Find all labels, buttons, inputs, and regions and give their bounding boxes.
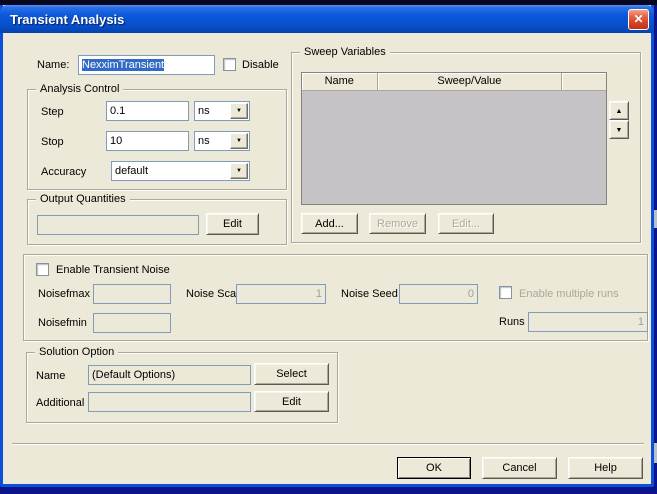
runs-label: Runs	[499, 316, 525, 329]
step-label: Step	[41, 106, 64, 119]
sweep-variables-group: Sweep Variables Name Sweep/Value ▲ ▼ Add…	[291, 52, 641, 243]
dropdown-arrow-icon: ▼	[236, 108, 242, 114]
stop-unit-value: ns	[198, 134, 210, 148]
runs-input	[528, 312, 648, 332]
accuracy-label: Accuracy	[41, 166, 86, 179]
output-quantities-caption: Output Quantities	[36, 192, 130, 206]
ok-button[interactable]: OK	[397, 457, 471, 479]
transient-analysis-dialog: Transient Analysis ✕ Name: NexximTransie…	[0, 5, 654, 487]
output-quantities-edit-button[interactable]: Edit	[206, 213, 259, 235]
title-bar[interactable]: Transient Analysis ✕	[0, 5, 654, 33]
step-input[interactable]	[106, 101, 189, 121]
transient-noise-frame: Enable Transient Noise Noisefmax Noise S…	[23, 254, 648, 341]
footer-separator	[12, 443, 644, 445]
solution-additional-field	[88, 392, 251, 412]
help-button-label: Help	[594, 462, 617, 474]
move-up-button[interactable]: ▲	[609, 101, 629, 120]
noise-seed-input	[399, 284, 478, 304]
noisefmin-input	[93, 313, 171, 333]
sweep-add-button[interactable]: Add...	[301, 213, 358, 234]
noise-scale-input	[236, 284, 326, 304]
dialog-body: Name: NexximTransient Disable Analysis C…	[3, 33, 651, 484]
sweep-variables-table: Name Sweep/Value	[301, 72, 607, 205]
noise-seed-label: Noise Seed	[341, 288, 398, 301]
noisefmax-input	[93, 284, 171, 304]
edit-button-label: Edit	[282, 396, 301, 408]
enable-transient-noise-label: Enable Transient Noise	[56, 264, 170, 277]
solution-option-group: Solution Option Name Select Additional E…	[26, 352, 338, 423]
dropdown-arrow-icon: ▼	[236, 168, 242, 174]
name-input-selected-text: NexximTransient	[82, 59, 164, 71]
solution-additional-label: Additional	[36, 397, 84, 410]
close-button[interactable]: ✕	[628, 9, 649, 30]
name-input[interactable]: NexximTransient	[78, 55, 215, 75]
edit-button-label: Edit...	[452, 218, 480, 230]
step-unit-value: ns	[198, 104, 210, 118]
noisefmin-label: Noisefmin	[38, 317, 87, 330]
enable-multiple-runs-label: Enable multiple runs	[519, 288, 619, 301]
dropdown-arrow-icon: ▼	[236, 138, 242, 144]
help-button[interactable]: Help	[568, 457, 643, 479]
column-header-blank[interactable]	[562, 73, 606, 91]
accuracy-value: default	[115, 164, 148, 178]
move-down-button[interactable]: ▼	[609, 120, 629, 139]
up-arrow-icon: ▲	[616, 108, 623, 115]
output-quantities-field	[37, 215, 199, 235]
step-unit-select[interactable]: ns ▼	[194, 101, 250, 121]
enable-multiple-runs-checkbox	[499, 286, 512, 299]
solution-option-caption: Solution Option	[35, 345, 118, 359]
solution-select-button[interactable]: Select	[254, 363, 329, 385]
column-header-sweep-value[interactable]: Sweep/Value	[378, 73, 563, 91]
edit-button-label: Edit	[223, 218, 242, 230]
stop-label: Stop	[41, 136, 64, 149]
stop-input[interactable]	[106, 131, 189, 151]
solution-name-label: Name	[36, 370, 65, 383]
chevron-down-icon[interactable]: ▼	[230, 103, 248, 119]
down-arrow-icon: ▼	[616, 127, 623, 134]
cancel-button[interactable]: Cancel	[482, 457, 557, 479]
close-icon: ✕	[633, 12, 643, 26]
output-quantities-group: Output Quantities Edit	[27, 199, 287, 245]
noisefmax-label: Noisefmax	[38, 288, 90, 301]
chevron-down-icon[interactable]: ▼	[230, 133, 248, 149]
select-button-label: Select	[276, 368, 307, 380]
disable-checkbox[interactable]	[223, 58, 236, 71]
solution-edit-button[interactable]: Edit	[254, 391, 329, 412]
sweep-edit-button[interactable]: Edit...	[438, 213, 494, 234]
enable-transient-noise-checkbox[interactable]	[36, 263, 49, 276]
accuracy-select[interactable]: default ▼	[111, 161, 250, 181]
analysis-control-caption: Analysis Control	[36, 82, 123, 96]
window-title: Transient Analysis	[10, 12, 628, 27]
chevron-down-icon[interactable]: ▼	[230, 163, 248, 179]
solution-name-field	[88, 365, 251, 385]
column-header-name[interactable]: Name	[302, 73, 378, 91]
remove-button-label: Remove	[377, 218, 418, 230]
sweep-table-body[interactable]	[302, 91, 606, 204]
analysis-control-group: Analysis Control Step ns ▼ Stop ns ▼ Acc…	[27, 89, 287, 190]
add-button-label: Add...	[315, 218, 344, 230]
sweep-remove-button[interactable]: Remove	[369, 213, 426, 234]
sweep-variables-caption: Sweep Variables	[300, 45, 390, 59]
name-label: Name:	[37, 59, 69, 72]
sweep-table-header: Name Sweep/Value	[302, 73, 606, 91]
disable-label: Disable	[242, 59, 279, 72]
ok-button-label: OK	[426, 462, 442, 474]
stop-unit-select[interactable]: ns ▼	[194, 131, 250, 151]
cancel-button-label: Cancel	[502, 462, 536, 474]
